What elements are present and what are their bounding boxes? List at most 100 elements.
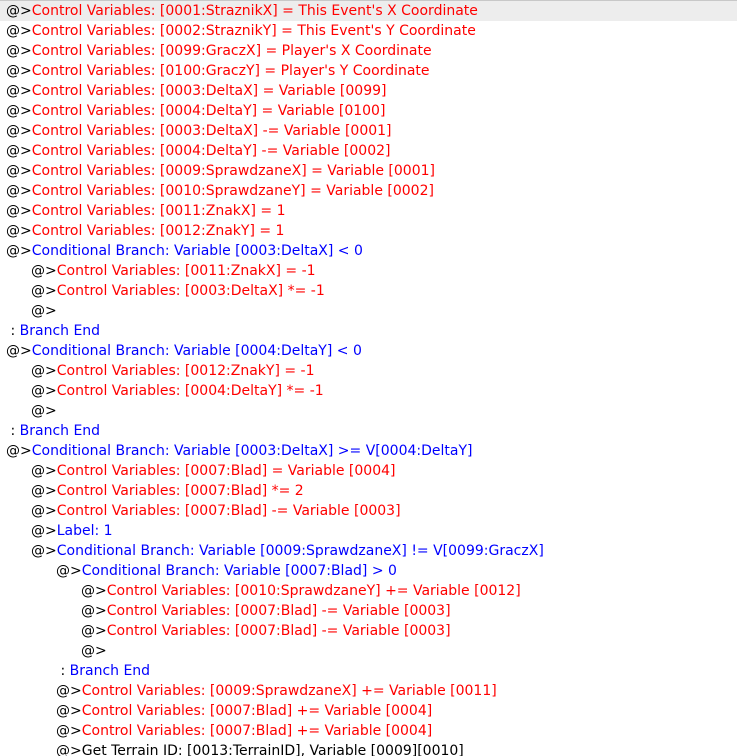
command-row[interactable]: @>Control Variables: [0003:DeltaX] *= -1 [0,281,737,301]
command-marker: @> [31,383,57,399]
command-marker: @> [31,503,57,519]
command-text: Control Variables: [0012:ZnakY] = 1 [31,223,285,239]
command-text: Control Variables: [0099:GraczX] = Playe… [31,43,432,59]
command-marker: : [56,663,70,679]
command-row[interactable]: @>Control Variables: [0099:GraczX] = Pla… [0,41,737,61]
command-marker: @> [6,83,32,99]
command-row[interactable]: @>Control Variables: [0007:Blad] -= Vari… [0,601,737,621]
command-row[interactable]: @>Control Variables: [0003:DeltaX] = Var… [0,81,737,101]
command-marker: @> [81,643,107,659]
command-row[interactable]: @>Control Variables: [0007:Blad] -= Vari… [0,501,737,521]
command-marker: @> [56,683,82,699]
command-text: Control Variables: [0010:SprawdzaneY] = … [31,183,434,199]
command-row[interactable]: : Branch End [0,321,737,341]
command-text: Control Variables: [0009:SprawdzaneX] +=… [81,683,497,699]
command-marker: @> [31,283,57,299]
command-text: Control Variables: [0007:Blad] -= Variab… [56,503,401,519]
command-text: Conditional Branch: Variable [0003:Delta… [31,243,363,259]
command-row[interactable]: @>Control Variables: [0009:SprawdzaneX] … [0,681,737,701]
command-row[interactable]: @> [0,401,737,421]
command-row[interactable]: @>Control Variables: [0004:DeltaY] *= -1 [0,381,737,401]
command-text: Branch End [19,323,101,339]
command-text: Control Variables: [0007:Blad] -= Variab… [106,603,451,619]
command-marker: @> [31,523,57,539]
command-marker: @> [31,403,57,419]
command-text: Control Variables: [0003:DeltaX] *= -1 [56,283,325,299]
command-marker: : [6,423,20,439]
command-marker: @> [31,363,57,379]
command-row[interactable]: @>Control Variables: [0011:ZnakX] = 1 [0,201,737,221]
command-row[interactable]: @>Conditional Branch: Variable [0003:Del… [0,441,737,461]
command-row[interactable]: @>Control Variables: [0003:DeltaX] -= Va… [0,121,737,141]
command-row[interactable]: @>Conditional Branch: Variable [0009:Spr… [0,541,737,561]
command-text: Branch End [19,423,101,439]
command-marker: @> [6,123,32,139]
command-marker: @> [6,63,32,79]
command-row[interactable]: @>Control Variables: [0012:ZnakY] = 1 [0,221,737,241]
command-marker: @> [56,703,82,719]
command-row[interactable]: : Branch End [0,421,737,441]
command-marker: @> [6,203,32,219]
command-marker: @> [56,723,82,739]
command-text: Control Variables: [0004:DeltaY] -= Vari… [31,143,391,159]
command-row[interactable]: @>Control Variables: [0012:ZnakY] = -1 [0,361,737,381]
command-text: Branch End [69,663,151,679]
command-text: Control Variables: [0007:Blad] = Variabl… [56,463,396,479]
command-row[interactable]: @>Control Variables: [0001:StraznikX] = … [0,1,737,21]
command-row[interactable]: @> [0,641,737,661]
command-row[interactable]: @>Control Variables: [0100:GraczY] = Pla… [0,61,737,81]
command-row[interactable]: @>Conditional Branch: Variable [0003:Del… [0,241,737,261]
command-row[interactable]: @>Control Variables: [0007:Blad] += Vari… [0,701,737,721]
command-row[interactable]: @> [0,301,737,321]
command-row[interactable]: @>Get Terrain ID: [0013:TerrainID], Vari… [0,741,737,756]
command-marker: @> [6,3,32,19]
command-row[interactable]: @>Control Variables: [0002:StraznikY] = … [0,21,737,41]
command-row[interactable]: : Branch End [0,661,737,681]
command-text: Conditional Branch: Variable [0004:Delta… [31,343,362,359]
command-marker: @> [31,483,57,499]
command-marker: @> [6,243,32,259]
command-row[interactable]: @>Control Variables: [0004:DeltaY] = Var… [0,101,737,121]
command-text: Control Variables: [0007:Blad] += Variab… [81,723,433,739]
command-row[interactable]: @>Control Variables: [0007:Blad] = Varia… [0,461,737,481]
command-text: Control Variables: [0100:GraczY] = Playe… [31,63,430,79]
command-marker: @> [81,583,107,599]
command-text: Control Variables: [0007:Blad] += Variab… [81,703,433,719]
command-text: Conditional Branch: Variable [0009:Spraw… [56,543,544,559]
command-text: Control Variables: [0003:DeltaX] = Varia… [31,83,387,99]
command-marker: @> [6,103,32,119]
command-text: Control Variables: [0001:StraznikX] = Th… [31,3,478,19]
command-row[interactable]: @>Conditional Branch: Variable [0004:Del… [0,341,737,361]
command-row[interactable]: @>Control Variables: [0007:Blad] += Vari… [0,721,737,741]
command-marker: : [6,323,20,339]
command-text: Control Variables: [0002:StraznikY] = Th… [31,23,476,39]
command-row[interactable]: @>Control Variables: [0004:DeltaY] -= Va… [0,141,737,161]
command-row[interactable]: @>Control Variables: [0007:Blad] -= Vari… [0,621,737,641]
command-marker: @> [56,743,82,756]
command-marker: @> [56,563,82,579]
command-marker: @> [6,343,32,359]
command-text: Control Variables: [0011:ZnakX] = 1 [31,203,286,219]
command-text: Control Variables: [0007:Blad] -= Variab… [106,623,451,639]
command-row[interactable]: @>Control Variables: [0011:ZnakX] = -1 [0,261,737,281]
command-row[interactable]: @>Control Variables: [0010:SprawdzaneY] … [0,181,737,201]
command-text: Control Variables: [0007:Blad] *= 2 [56,483,304,499]
command-text: Conditional Branch: Variable [0003:Delta… [31,443,473,459]
event-command-list[interactable]: @> Control Variables: [0001:StraznikX] = … [0,0,737,756]
command-row[interactable]: @>Conditional Branch: Variable [0007:Bla… [0,561,737,581]
command-text: Control Variables: [0011:ZnakX] = -1 [56,263,316,279]
command-text: Label: 1 [56,523,113,539]
command-row[interactable]: @>Label: 1 [0,521,737,541]
command-text: Control Variables: [0004:DeltaY] = Varia… [31,103,386,119]
command-text: Control Variables: [0010:SprawdzaneY] +=… [106,583,521,599]
command-row[interactable]: @>Control Variables: [0009:SprawdzaneX] … [0,161,737,181]
command-marker: @> [6,43,32,59]
command-row[interactable]: @>Control Variables: [0010:SprawdzaneY] … [0,581,737,601]
command-marker: @> [81,623,107,639]
command-text: Control Variables: [0009:SprawdzaneX] = … [31,163,435,179]
command-marker: @> [81,603,107,619]
command-marker: @> [6,183,32,199]
command-marker: @> [31,263,57,279]
command-row[interactable]: @>Control Variables: [0007:Blad] *= 2 [0,481,737,501]
command-marker: @> [6,163,32,179]
